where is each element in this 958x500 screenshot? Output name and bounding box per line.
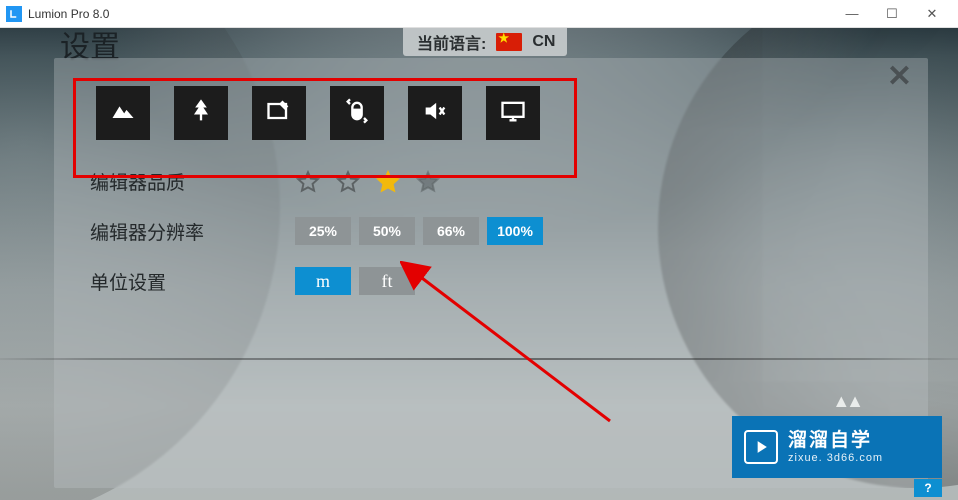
unit-ft[interactable]: ft (359, 267, 415, 295)
language-label: 当前语言: (417, 30, 486, 54)
tab-foliage[interactable] (174, 86, 228, 140)
tab-display[interactable] (486, 86, 540, 140)
terrain-icon (109, 97, 137, 130)
star-2[interactable] (335, 169, 361, 195)
mouse-rotate-icon (343, 97, 371, 130)
row-units: 单位设置 m ft (90, 267, 894, 295)
decorative-mark: ▲▲ (832, 391, 860, 412)
resolution-25[interactable]: 25% (295, 217, 351, 245)
star-4[interactable] (415, 169, 441, 195)
monitor-icon (499, 97, 527, 130)
tab-audio[interactable] (408, 86, 462, 140)
tab-terrain[interactable] (96, 86, 150, 140)
resolution-options: 25% 50% 66% 100% (295, 217, 543, 245)
resolution-66[interactable]: 66% (423, 217, 479, 245)
label-editor-resolution: 编辑器分辨率 (90, 218, 295, 245)
close-window-button[interactable]: ✕ (912, 3, 952, 25)
quality-stars (295, 169, 441, 195)
watermark-brand: 溜溜自学 (788, 430, 883, 452)
row-editor-resolution: 编辑器分辨率 25% 50% 66% 100% (90, 217, 894, 245)
tab-tablet[interactable] (252, 86, 306, 140)
unit-options: m ft (295, 267, 415, 295)
label-units: 单位设置 (90, 268, 295, 295)
help-button[interactable]: ? (914, 479, 942, 497)
stage: 设置 当前语言: CN ✕ (0, 28, 958, 500)
minimize-button[interactable]: — (832, 3, 872, 25)
star-1[interactable] (295, 169, 321, 195)
label-editor-quality: 编辑器品质 (90, 168, 295, 195)
tab-mouse-invert[interactable] (330, 86, 384, 140)
watermark-logo-icon (744, 430, 778, 464)
resolution-100[interactable]: 100% (487, 217, 543, 245)
watermark-sub: zixue. 3d66.com (788, 452, 883, 465)
star-3[interactable] (375, 169, 401, 195)
language-code: CN (532, 33, 555, 51)
tree-icon (187, 97, 215, 130)
flag-cn-icon (496, 33, 522, 51)
resolution-50[interactable]: 50% (359, 217, 415, 245)
window-title: Lumion Pro 8.0 (28, 7, 109, 21)
row-editor-quality: 编辑器品质 (90, 168, 894, 195)
mute-icon (421, 97, 449, 130)
app-icon (6, 6, 22, 22)
settings-tabs (96, 86, 894, 140)
maximize-button[interactable]: ☐ (872, 3, 912, 25)
tablet-edit-icon (265, 97, 293, 130)
titlebar: Lumion Pro 8.0 — ☐ ✕ (0, 0, 958, 28)
watermark-card: 溜溜自学 zixue. 3d66.com (732, 416, 942, 478)
unit-m[interactable]: m (295, 267, 351, 295)
close-panel-button[interactable]: ✕ (887, 62, 912, 92)
language-selector[interactable]: 当前语言: CN (403, 28, 567, 56)
